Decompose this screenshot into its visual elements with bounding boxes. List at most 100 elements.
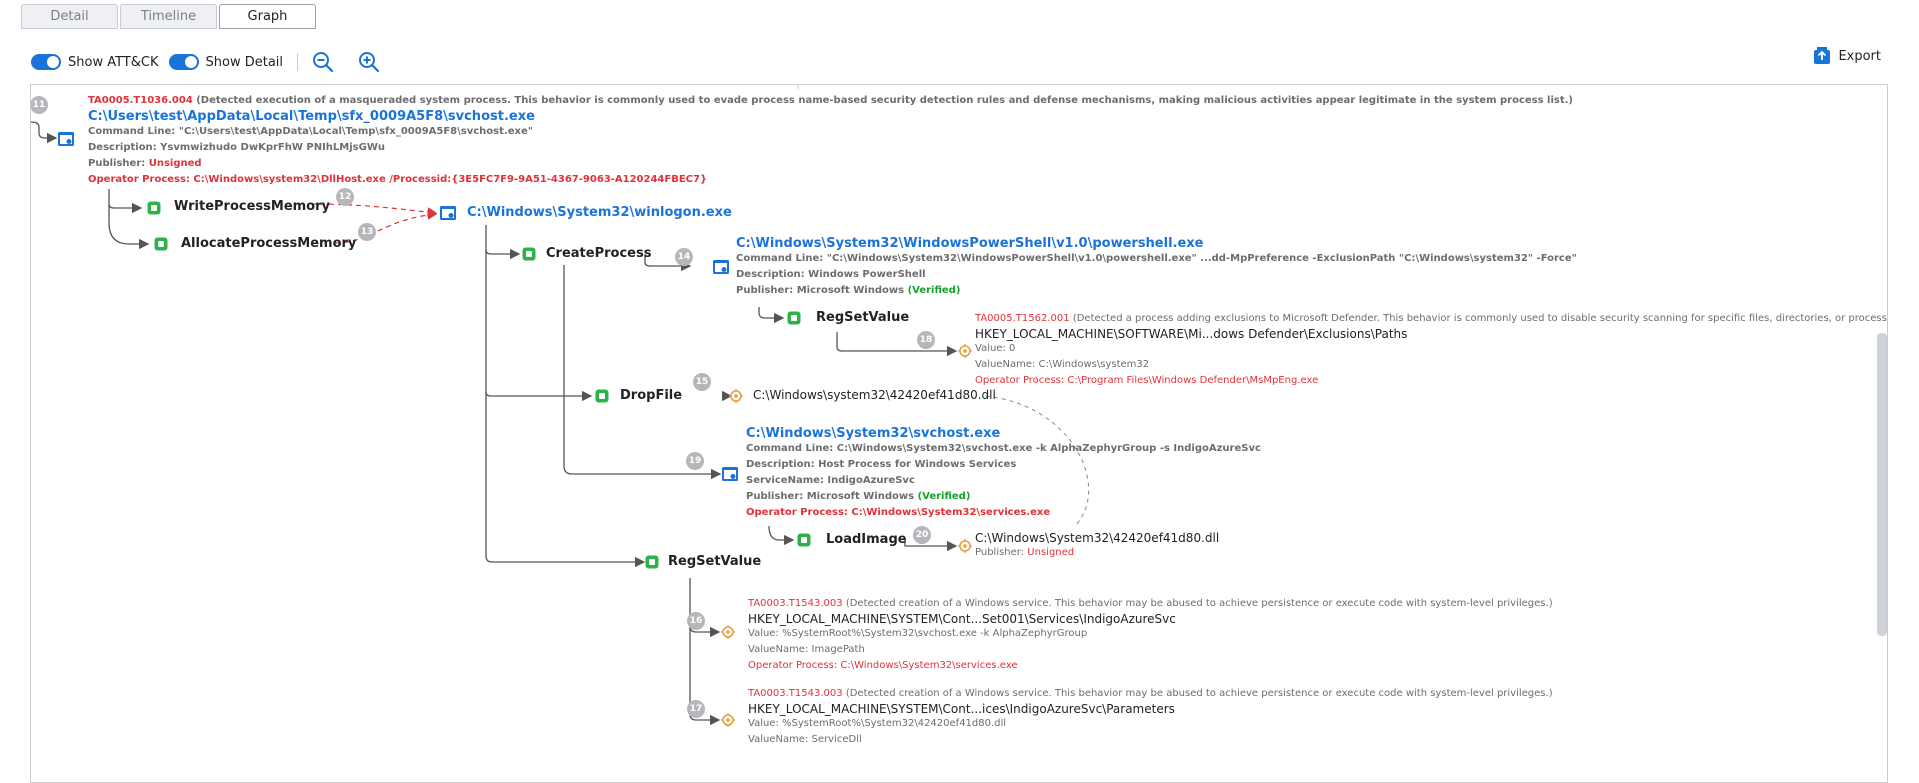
file-target-icon xyxy=(958,539,972,553)
ps-registry-node[interactable]: TA0005.T1562.001 (Detected a process add… xyxy=(975,311,1888,389)
powershell-verified-badge: (Verified) xyxy=(907,285,961,296)
reg17-ttp-desc: (Detected creation of a Windows service.… xyxy=(845,688,1553,699)
toolbar-divider xyxy=(297,53,299,71)
root-ttp: TA0005.T1036.004 (Detected execution of … xyxy=(88,93,1573,109)
registry-target-icon xyxy=(958,344,972,358)
registry-target-icon xyxy=(721,713,735,727)
create-process-action[interactable]: CreateProcess xyxy=(546,246,651,261)
reg17-ttp: TA0003.T1543.003 (Detected creation of a… xyxy=(748,686,1553,702)
dropped-file-path[interactable]: C:\Windows\system32\42420ef41d80.dll xyxy=(753,388,996,402)
show-detail-label: Show Detail xyxy=(205,54,284,70)
zoom-in-icon xyxy=(359,52,380,73)
api-call-icon xyxy=(645,555,659,569)
drop-file-action[interactable]: DropFile xyxy=(620,388,682,403)
vertical-scrollbar[interactable] xyxy=(1877,333,1887,636)
zoom-in-button[interactable] xyxy=(356,49,382,75)
tab-graph[interactable]: Graph xyxy=(219,4,316,29)
zoom-out-button[interactable] xyxy=(310,49,336,75)
event-badge-11: 11 xyxy=(31,96,48,114)
api-call-icon xyxy=(797,533,811,547)
reg17-ttp-id: TA0003.T1543.003 xyxy=(748,688,843,699)
svchost-description: Description: Host Process for Windows Se… xyxy=(746,459,1017,470)
svchost-command-line: Command Line: C:\Windows\System32\svchos… xyxy=(746,443,1261,454)
ps-registry-ttp-desc: (Detected a process adding exclusions to… xyxy=(1072,313,1888,324)
loaded-image-publisher-label: Publisher: xyxy=(975,547,1025,558)
write-process-memory-action[interactable]: WriteProcessMemory xyxy=(174,199,330,214)
powershell-process-node[interactable]: C:\Windows\System32\WindowsPowerShell\v1… xyxy=(736,236,1577,299)
winlogon-process-path[interactable]: C:\Windows\System32\winlogon.exe xyxy=(467,205,732,220)
zoom-out-icon xyxy=(313,52,334,73)
svchost-publisher-label: Publisher: Microsoft Windows xyxy=(746,491,915,502)
reg16-operator-process: Operator Process: C:\Windows\System32\se… xyxy=(748,660,1018,671)
registry-target-icon xyxy=(721,625,735,639)
graph-canvas[interactable]: TA0005.T1036.004 (Detected execution of … xyxy=(30,84,1888,783)
process-icon xyxy=(722,467,738,481)
export-icon xyxy=(1814,47,1831,64)
powershell-process-path[interactable]: C:\Windows\System32\WindowsPowerShell\v1… xyxy=(736,236,1577,251)
ps-registry-ttp-id: TA0005.T1562.001 xyxy=(975,313,1070,324)
svchost-service-name: ServiceName: IndigoAzureSvc xyxy=(746,475,915,486)
loaded-image-node[interactable]: C:\Windows\System32\42420ef41d80.dll Pub… xyxy=(975,531,1219,561)
root-ttp-id: TA0005.T1036.004 xyxy=(88,95,193,106)
ps-registry-value: Value: 0 xyxy=(975,343,1016,354)
root-command-line: Command Line: "C:\Users\test\AppData\Loc… xyxy=(88,126,533,137)
svchost-process-path[interactable]: C:\Windows\System32\svchost.exe xyxy=(746,426,1261,441)
export-label: Export xyxy=(1838,48,1881,64)
loaded-image-publisher: Publisher: Unsigned xyxy=(975,545,1219,561)
powershell-command-line: Command Line: "C:\Windows\System32\Windo… xyxy=(736,253,1577,264)
reg16-ttp: TA0003.T1543.003 (Detected creation of a… xyxy=(748,596,1553,612)
powershell-description: Description: Windows PowerShell xyxy=(736,269,926,280)
show-detail-toggle[interactable] xyxy=(168,54,199,70)
svchost-process-node[interactable]: C:\Windows\System32\svchost.exe Command … xyxy=(746,426,1261,521)
reg16-key: HKEY_LOCAL_MACHINE\SYSTEM\Cont...Set001\… xyxy=(748,612,1176,626)
event-badge-15: 15 xyxy=(693,373,711,391)
load-image-action[interactable]: LoadImage xyxy=(826,532,907,547)
tab-detail[interactable]: Detail xyxy=(21,4,118,29)
reg17-value-name: ValueName: ServiceDll xyxy=(748,734,862,745)
event-badge-16: 16 xyxy=(687,612,705,630)
reg16-ttp-desc: (Detected creation of a Windows service.… xyxy=(845,598,1553,609)
event-badge-17: 17 xyxy=(687,700,705,718)
reg16-ttp-id: TA0003.T1543.003 xyxy=(748,598,843,609)
root-description: Description: Ysvmwizhudo DwKprFhW PNIhLM… xyxy=(88,142,385,153)
api-call-icon xyxy=(154,237,168,251)
tab-timeline[interactable]: Timeline xyxy=(120,4,217,29)
ps-registry-operator-process: Operator Process: C:\Program Files\Windo… xyxy=(975,375,1319,386)
event-badge-19: 19 xyxy=(686,452,704,470)
process-icon xyxy=(440,206,456,220)
api-call-icon xyxy=(595,389,609,403)
event-badge-14: 14 xyxy=(675,248,693,266)
powershell-publisher-label: Publisher: Microsoft Windows xyxy=(736,285,905,296)
export-button[interactable]: Export xyxy=(1812,46,1881,66)
file-target-icon xyxy=(729,389,743,403)
service-registry-node-servicedll[interactable]: TA0003.T1543.003 (Detected creation of a… xyxy=(748,686,1553,748)
reg17-key: HKEY_LOCAL_MACHINE\SYSTEM\Cont...ices\In… xyxy=(748,702,1175,716)
root-publisher-label: Publisher: xyxy=(88,158,146,169)
ps-registry-value-name: ValueName: C:\Windows\system32 xyxy=(975,359,1150,370)
root-process-path[interactable]: C:\Users\test\AppData\Local\Temp\sfx_000… xyxy=(88,109,1573,124)
ps-registry-ttp: TA0005.T1562.001 (Detected a process add… xyxy=(975,311,1888,327)
root-publisher: Publisher: Unsigned xyxy=(88,156,1573,172)
root-operator-process: Operator Process: C:\Windows\system32\Dl… xyxy=(88,174,708,185)
allocate-process-memory-action[interactable]: AllocateProcessMemory xyxy=(181,236,356,251)
show-attck-label: Show ATT&CK xyxy=(68,54,159,70)
ps-regsetvalue-action[interactable]: RegSetValue xyxy=(816,310,909,325)
service-registry-node-imagepath[interactable]: TA0003.T1543.003 (Detected creation of a… xyxy=(748,596,1553,674)
api-call-icon xyxy=(147,201,161,215)
api-call-icon xyxy=(522,247,536,261)
reg16-value-name: ValueName: ImagePath xyxy=(748,644,865,655)
reg16-value: Value: %SystemRoot%\System32\svchost.exe… xyxy=(748,628,1088,639)
svchost-operator-process: Operator Process: C:\Windows\System32\se… xyxy=(746,507,1051,518)
event-badge-20: 20 xyxy=(913,526,931,544)
graph-toolbar: Show ATT&CK Show Detail xyxy=(31,49,402,75)
root-ttp-desc: (Detected execution of a masqueraded sys… xyxy=(196,95,1574,106)
winlogon-regsetvalue-action[interactable]: RegSetValue xyxy=(668,554,761,569)
powershell-publisher: Publisher: Microsoft Windows (Verified) xyxy=(736,283,1577,299)
reg17-value: Value: %SystemRoot%\System32\42420ef41d8… xyxy=(748,718,1007,729)
view-tabs: Detail Timeline Graph xyxy=(21,4,318,29)
event-badge-13: 13 xyxy=(358,223,376,241)
event-badge-18: 18 xyxy=(917,331,935,349)
process-icon xyxy=(58,132,74,146)
show-attck-toggle[interactable] xyxy=(31,54,61,70)
root-process-node[interactable]: TA0005.T1036.004 (Detected execution of … xyxy=(88,93,1573,188)
